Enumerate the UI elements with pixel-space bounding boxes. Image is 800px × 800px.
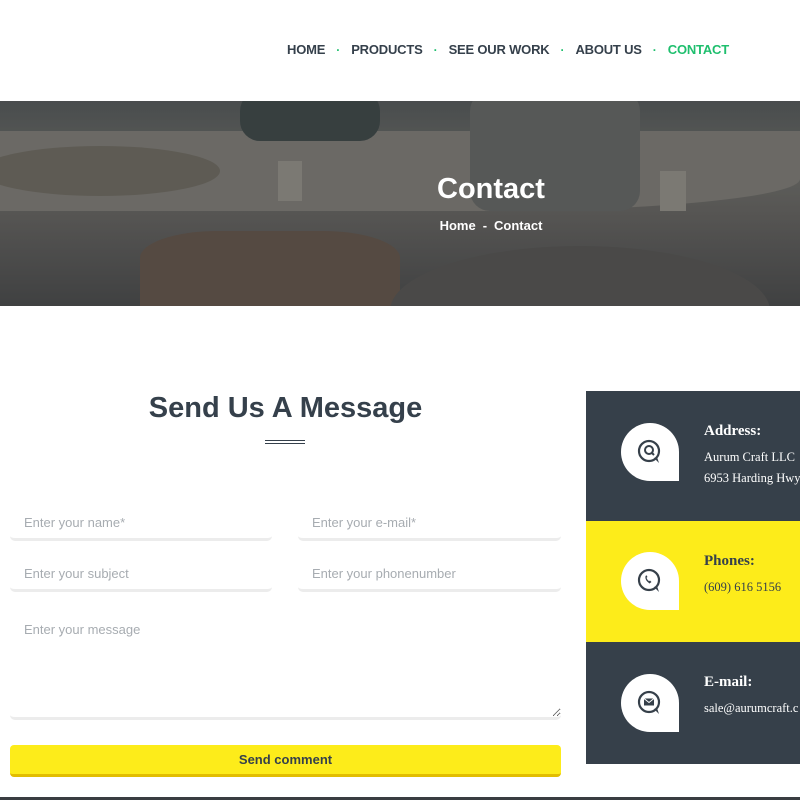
breadcrumb-home[interactable]: Home xyxy=(440,218,476,233)
hero-banner: Contact Home - Contact xyxy=(0,101,800,306)
address-line: 6953 Harding Hwy xyxy=(704,471,800,485)
form-title: Send Us A Message xyxy=(148,392,423,424)
nav-products[interactable]: PRODUCTS xyxy=(351,42,423,57)
address-line: Aurum Craft LLC xyxy=(704,450,795,464)
email-card: E-mail: sale@aurumcraft.c xyxy=(586,642,800,764)
nav-separator: · xyxy=(336,42,341,57)
site-header: HOME · PRODUCTS · SEE OUR WORK · ABOUT U… xyxy=(0,0,800,101)
phones-title: Phones: xyxy=(704,553,755,569)
address-icon-badge xyxy=(621,423,679,481)
email-input[interactable] xyxy=(298,507,561,541)
nav-separator: · xyxy=(652,42,657,57)
name-input[interactable] xyxy=(10,507,272,541)
subject-input[interactable] xyxy=(10,558,272,592)
breadcrumb: Home - Contact xyxy=(0,218,800,233)
phone-input[interactable] xyxy=(298,558,561,592)
message-textarea[interactable] xyxy=(10,610,561,720)
envelope-icon xyxy=(637,690,661,714)
nav-contact[interactable]: CONTACT xyxy=(668,42,729,57)
send-comment-button[interactable]: Send comment xyxy=(10,745,561,777)
phones-card: Phones: (609) 616 5156 xyxy=(586,521,800,642)
email-title: E-mail: xyxy=(704,674,753,690)
phone-number[interactable]: (609) 616 5156 xyxy=(704,580,781,595)
nav-about-us[interactable]: ABOUT US xyxy=(575,42,641,57)
breadcrumb-separator: - xyxy=(482,218,488,233)
location-search-icon xyxy=(637,439,661,463)
page-title: Contact xyxy=(437,173,545,205)
address-title: Address: xyxy=(704,423,762,439)
main-nav: HOME · PRODUCTS · SEE OUR WORK · ABOUT U… xyxy=(287,42,729,57)
breadcrumb-current: Contact xyxy=(494,218,543,233)
title-divider xyxy=(265,440,305,444)
nav-separator: · xyxy=(433,42,438,57)
address-card: Address: Aurum Craft LLC 6953 Harding Hw… xyxy=(586,391,800,521)
nav-home[interactable]: HOME xyxy=(287,42,325,57)
nav-separator: · xyxy=(560,42,565,57)
phone-icon-badge xyxy=(621,552,679,610)
nav-see-our-work[interactable]: SEE OUR WORK xyxy=(449,42,550,57)
email-icon-badge xyxy=(621,674,679,732)
phone-icon xyxy=(637,568,661,592)
email-address[interactable]: sale@aurumcraft.c xyxy=(704,701,798,716)
